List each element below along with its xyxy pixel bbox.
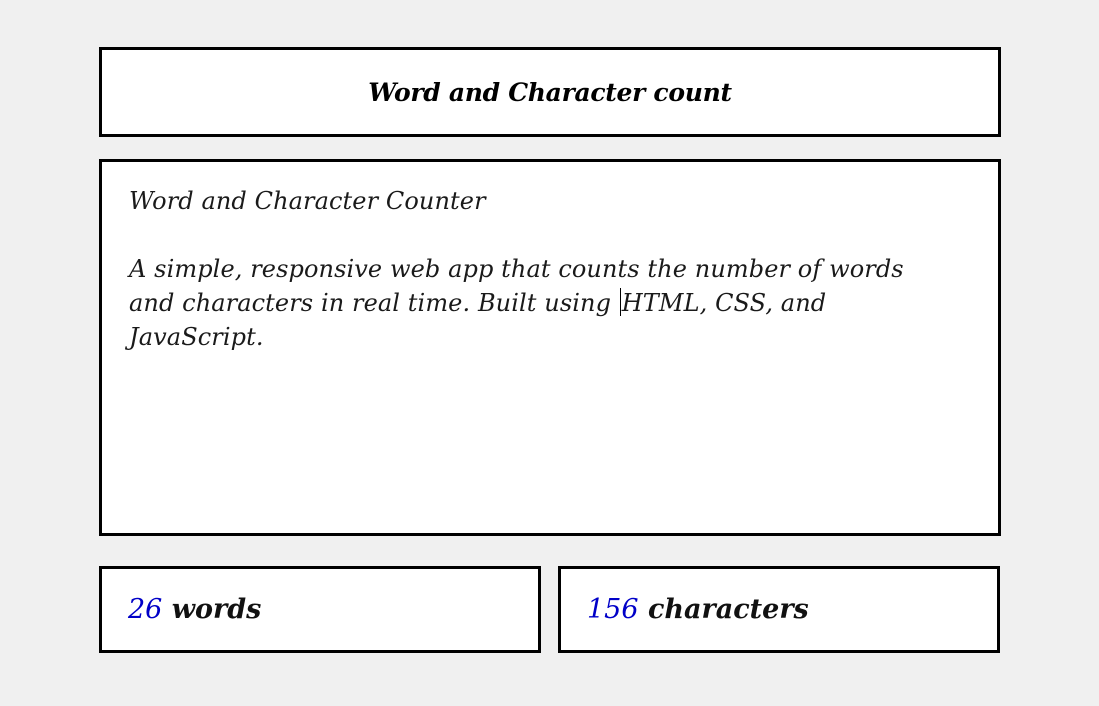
word-count: 26 words xyxy=(128,594,261,625)
word-count-number: 26 xyxy=(128,594,163,625)
word-count-box: 26 words xyxy=(99,566,541,653)
character-count-number: 156 xyxy=(587,594,639,625)
text-caret xyxy=(619,288,621,316)
word-count-label: words xyxy=(162,594,262,625)
app-header: Word and Character count xyxy=(99,47,1001,137)
text-editor[interactable]: Word and Character Counter A simple, res… xyxy=(99,159,1001,536)
editor-line-title: Word and Character Counter xyxy=(129,187,486,215)
character-count: 156 characters xyxy=(587,594,809,625)
page-title: Word and Character count xyxy=(368,77,732,107)
character-count-box: 156 characters xyxy=(558,566,1000,653)
character-count-label: characters xyxy=(638,594,809,625)
editor-content[interactable]: Word and Character Counter A simple, res… xyxy=(129,184,948,354)
